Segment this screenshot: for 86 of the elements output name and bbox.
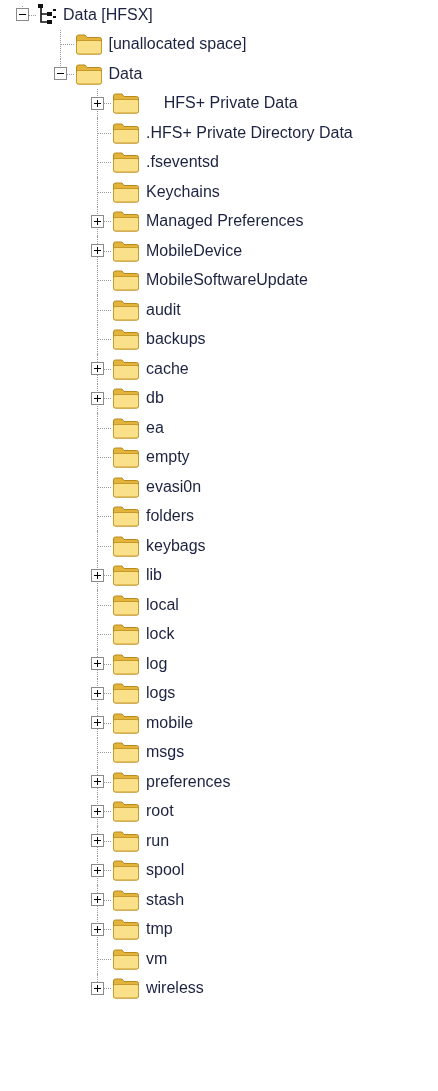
expand-icon[interactable] — [91, 362, 104, 376]
expand-icon[interactable] — [91, 834, 104, 848]
expand-icon[interactable] — [91, 657, 104, 671]
tree-item-label[interactable]: mobile — [146, 710, 194, 735]
tree-item-label[interactable]: spool — [146, 858, 185, 883]
folder-icon — [112, 947, 140, 970]
folder-icon — [112, 416, 140, 439]
tree-item-label[interactable]: ea — [146, 415, 164, 440]
collapse-icon[interactable] — [16, 8, 29, 22]
tree-item-label[interactable]: .fseventsd — [146, 150, 219, 175]
tree-item-label[interactable]: lib — [146, 563, 162, 588]
expand-icon[interactable] — [91, 96, 104, 110]
expand-icon[interactable] — [91, 686, 104, 700]
tree-item-label[interactable]: lock — [146, 622, 175, 647]
tree-item-label[interactable]: cache — [146, 356, 189, 381]
tree-item-label[interactable]: MobileDevice — [146, 238, 243, 263]
tree-item-label[interactable]: MobileSoftwareUpdate — [146, 268, 308, 293]
expand-icon[interactable] — [91, 244, 104, 258]
tree-item-label[interactable]: run — [146, 828, 170, 853]
folder-icon — [112, 741, 140, 764]
expand-icon[interactable] — [91, 922, 104, 936]
folder-icon — [112, 534, 140, 557]
folder-icon — [112, 977, 140, 1000]
folder-icon — [74, 62, 103, 85]
tree-item-label[interactable]: Data [HFSX] — [63, 2, 153, 27]
folder-icon — [112, 121, 140, 144]
tree-item-label[interactable]: Managed Preferences — [146, 209, 304, 234]
folder-icon — [112, 829, 140, 852]
tree-item-label[interactable]: keybags — [146, 533, 206, 558]
folder-icon — [112, 711, 140, 734]
folder-icon — [112, 800, 140, 823]
tree-item-label[interactable]: stash — [146, 887, 185, 912]
tree-item-label[interactable]: empty — [146, 445, 190, 470]
tree-item-label[interactable]: audit — [146, 297, 181, 322]
expand-icon[interactable] — [91, 804, 104, 818]
expand-icon[interactable] — [91, 391, 104, 405]
tree-item-label[interactable]: msgs — [146, 740, 185, 765]
folder-icon — [112, 239, 140, 262]
folder-icon — [112, 269, 140, 292]
folder-icon — [112, 475, 140, 498]
expand-icon[interactable] — [91, 568, 104, 582]
expand-icon[interactable] — [91, 214, 104, 228]
tree-item-label[interactable]: root — [146, 799, 174, 824]
tree-item-label[interactable]: logs — [146, 681, 176, 706]
tree-item-label[interactable]: HFS+ Private Data — [146, 91, 298, 116]
folder-icon — [112, 505, 140, 528]
folder-icon — [112, 151, 140, 174]
collapse-icon[interactable] — [53, 67, 67, 81]
folder-icon — [112, 918, 140, 941]
expand-icon[interactable] — [91, 863, 104, 877]
tree-item-label[interactable]: local — [146, 592, 179, 617]
folder-icon — [112, 210, 140, 233]
tree-item-label[interactable]: folders — [146, 504, 195, 529]
tree-item-label[interactable]: tmp — [146, 917, 173, 942]
folder-icon — [112, 92, 140, 115]
folder-icon — [112, 446, 140, 469]
tree-item-label[interactable]: Keychains — [146, 179, 220, 204]
folder-icon — [112, 357, 140, 380]
folder-icon — [112, 298, 140, 321]
tree-item-label[interactable]: [unallocated space] — [108, 32, 247, 57]
tree-item-label[interactable]: db — [146, 386, 164, 411]
folder-icon — [112, 770, 140, 793]
folder-icon — [74, 33, 103, 56]
tree-item-label[interactable]: evasi0n — [146, 474, 202, 499]
folder-icon — [112, 564, 140, 587]
folder-icon — [112, 652, 140, 675]
folder-icon — [112, 387, 140, 410]
tree-item-label[interactable]: vm — [146, 946, 168, 971]
folder-icon — [112, 328, 140, 351]
tree-structure-icon — [37, 2, 57, 27]
tree-item-label[interactable]: .HFS+ Private Directory Data — [146, 120, 353, 145]
expand-icon[interactable] — [91, 981, 104, 995]
tree-item-label[interactable]: log — [146, 651, 168, 676]
folder-icon — [112, 888, 140, 911]
folder-icon — [112, 682, 140, 705]
folder-icon — [112, 593, 140, 616]
tree-item-label[interactable]: Data — [108, 61, 143, 86]
folder-icon — [112, 180, 140, 203]
folder-icon — [112, 859, 140, 882]
tree-item-label[interactable]: backups — [146, 327, 206, 352]
expand-icon[interactable] — [91, 893, 104, 907]
tree-item-label[interactable]: wireless — [146, 976, 204, 1001]
tree-item-label[interactable]: preferences — [146, 769, 231, 794]
expand-icon[interactable] — [91, 716, 104, 730]
folder-icon — [112, 623, 140, 646]
expand-icon[interactable] — [91, 775, 104, 789]
